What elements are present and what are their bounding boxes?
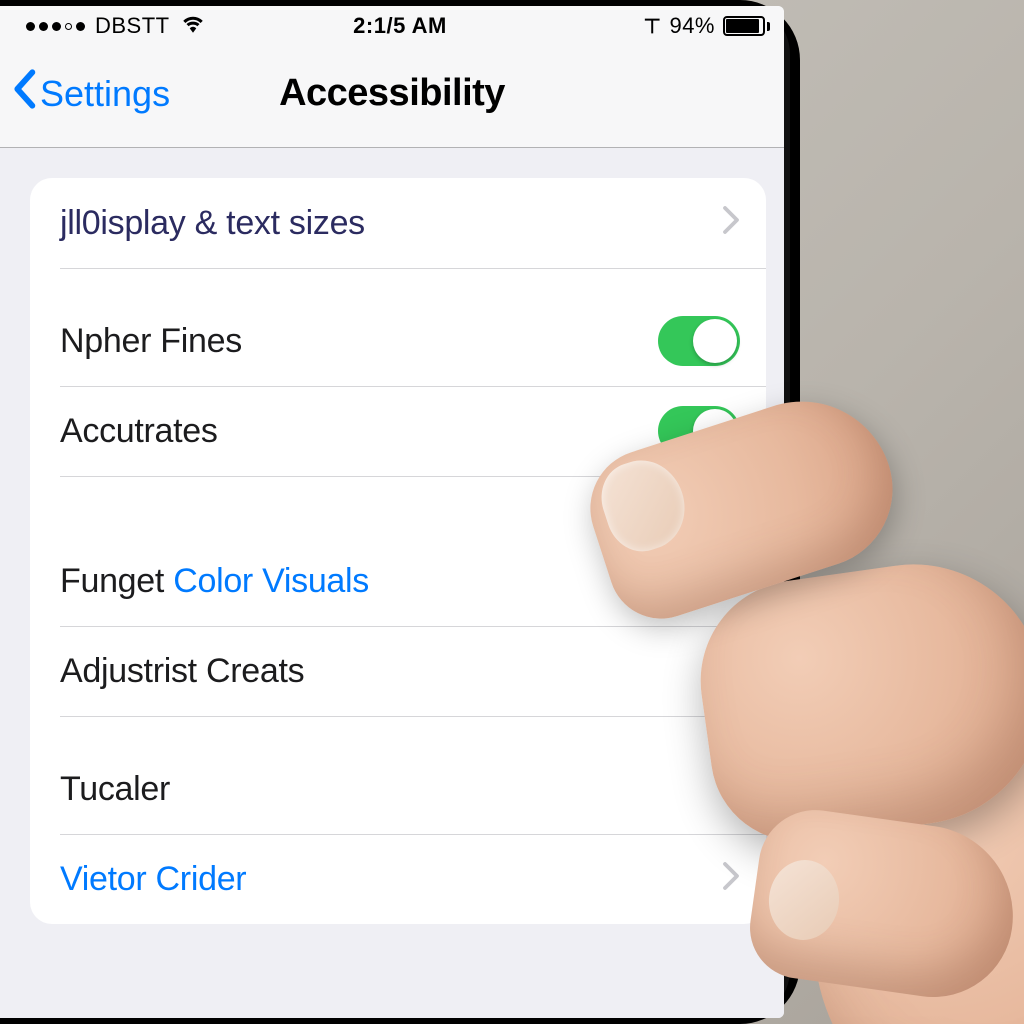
back-label: Settings: [40, 73, 170, 115]
network-type-icon: ⊤: [644, 14, 662, 39]
row-label: Tucaler: [60, 770, 740, 809]
row-vietor-crider[interactable]: Vietor Crider: [30, 834, 766, 924]
row-label: Accutrates: [60, 412, 658, 451]
row-label-accent: Color Visuals: [173, 562, 369, 600]
toggle-npher-fines[interactable]: [658, 316, 740, 366]
wifi-icon: [180, 13, 206, 39]
row-display-text-sizes[interactable]: jll0isplay & text sizes: [30, 178, 766, 268]
back-button[interactable]: Settings: [10, 69, 170, 118]
chevron-right-icon: [722, 560, 740, 602]
chevron-right-icon: [722, 858, 740, 900]
row-label: Npher Fines: [60, 322, 658, 361]
status-clock: 2:1/5 AM: [353, 13, 447, 39]
navigation-bar: Settings Accessibility: [0, 46, 784, 148]
battery-icon: [723, 16, 770, 36]
phone-screen: DBSTT 2:1/5 AM ⊤ 94%: [0, 6, 784, 1018]
status-right: ⊤ 94%: [644, 13, 770, 39]
page-title: Accessibility: [279, 72, 505, 115]
battery-percent: 94%: [669, 13, 715, 39]
row-tucaler[interactable]: Tucaler: [30, 716, 766, 834]
row-label-prefix: Funget: [60, 562, 173, 600]
signal-dots-icon: [26, 22, 85, 31]
settings-content[interactable]: jll0isplay & text sizes Npher Fines Accu…: [0, 148, 784, 1018]
row-label: jll0isplay & text sizes: [60, 204, 722, 243]
settings-group: jll0isplay & text sizes Npher Fines Accu…: [30, 178, 766, 924]
row-label: Vietor Crider: [60, 860, 722, 899]
row-adjustrist-creats[interactable]: Adjustrist Creats: [30, 626, 766, 716]
toggle-accutrates[interactable]: [658, 406, 740, 456]
row-label: Funget Color Visuals: [60, 562, 722, 601]
carrier-label: DBSTT: [95, 13, 170, 39]
row-funget-color-visuals[interactable]: Funget Color Visuals: [30, 476, 766, 626]
chevron-right-icon: [722, 202, 740, 244]
status-bar: DBSTT 2:1/5 AM ⊤ 94%: [0, 6, 784, 46]
phone-frame: DBSTT 2:1/5 AM ⊤ 94%: [0, 0, 800, 1024]
chevron-left-icon: [10, 69, 38, 118]
phone-bezel: DBSTT 2:1/5 AM ⊤ 94%: [0, 6, 790, 1018]
row-accutrates[interactable]: Accutrates: [30, 386, 766, 476]
status-left: DBSTT: [26, 13, 206, 39]
row-label: Adjustrist Creats: [60, 652, 740, 691]
row-npher-fines[interactable]: Npher Fines: [30, 268, 766, 386]
